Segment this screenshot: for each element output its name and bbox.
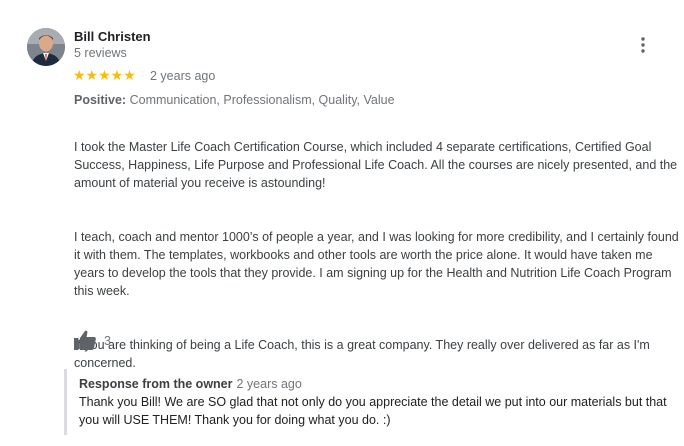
- owner-response-time: 2 years ago: [236, 377, 302, 391]
- positive-label: Positive:: [74, 93, 127, 107]
- reviewer-name[interactable]: Bill Christen: [74, 29, 151, 44]
- review-count: 5 reviews: [74, 46, 127, 60]
- positive-tags-list: Communication, Professionalism, Quality,…: [129, 93, 395, 107]
- review-text: I took the Master Life Coach Certificati…: [74, 120, 680, 408]
- reviewer-avatar[interactable]: [27, 28, 65, 66]
- review-paragraph: I took the Master Life Coach Certificati…: [74, 140, 678, 190]
- review-paragraph: If you are thinking of being a Life Coac…: [74, 338, 650, 370]
- review-time: 2 years ago: [150, 69, 216, 83]
- owner-response-title: Response from the owner: [79, 377, 233, 391]
- avatar-photo: [27, 28, 65, 66]
- more-vert-icon[interactable]: [634, 36, 652, 54]
- like-count: 3: [104, 334, 111, 348]
- owner-response-header: Response from the owner 2 years ago: [79, 375, 680, 393]
- owner-response: Response from the owner 2 years ago Thank…: [64, 369, 680, 435]
- owner-response-text: Thank you Bill! We are SO glad that not …: [79, 395, 667, 427]
- review-paragraph: I teach, coach and mentor 1000’s of peop…: [74, 230, 679, 298]
- star-rating: ★★★★★: [73, 67, 136, 83]
- thumbs-up-icon[interactable]: [74, 330, 96, 350]
- positive-tags: Positive: Communication, Professionalism…: [74, 93, 395, 107]
